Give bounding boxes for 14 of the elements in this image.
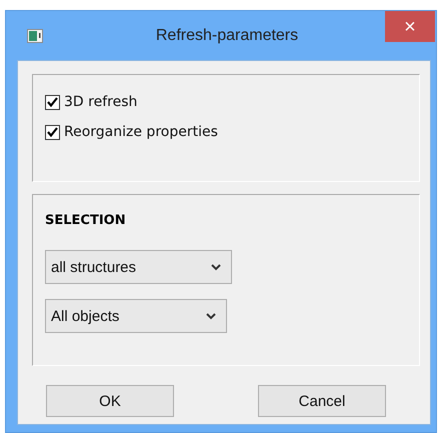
checkbox-option[interactable]: 3D refresh	[45, 94, 407, 110]
window-icon	[27, 28, 43, 42]
window-title: Refresh-parameters	[154, 26, 300, 44]
checkbox[interactable]	[45, 94, 60, 110]
dropdown[interactable]: All objects	[45, 299, 227, 333]
ok-button[interactable]: OK	[46, 385, 174, 417]
checkbox-option[interactable]: Reorganize properties	[45, 124, 407, 140]
dropdown[interactable]: all structures	[45, 250, 232, 284]
cancel-button[interactable]: Cancel	[258, 385, 386, 417]
chevron-down-icon	[211, 264, 221, 270]
checkbox[interactable]	[45, 124, 60, 140]
section-heading: SELECTION	[45, 213, 127, 228]
chevron-down-icon	[206, 312, 216, 320]
close-button[interactable]: ×	[385, 11, 435, 42]
